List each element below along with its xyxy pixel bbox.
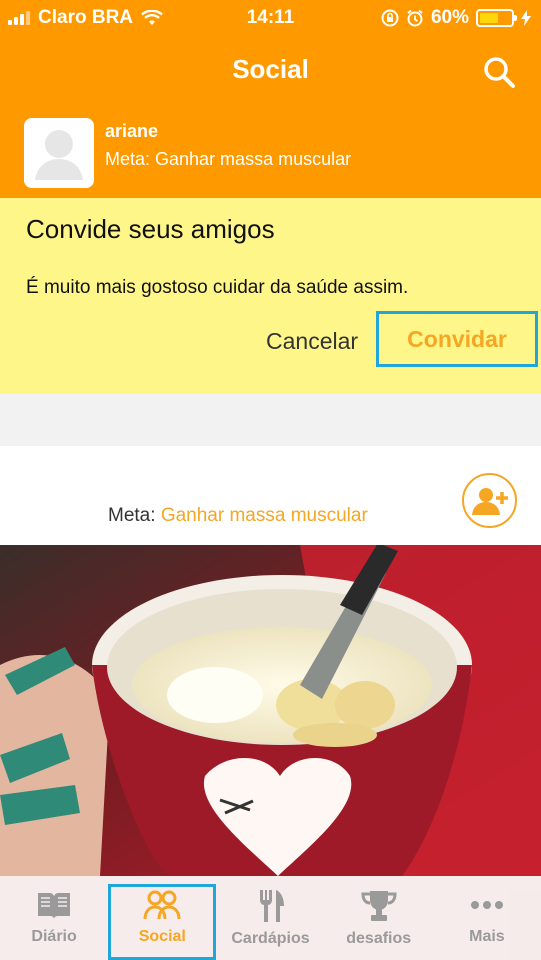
tab-label: Cardápios	[231, 930, 310, 947]
book-icon	[38, 893, 71, 919]
post-photo[interactable]	[0, 545, 541, 876]
tab-highlight	[108, 884, 217, 960]
profile-name: ariane	[105, 121, 159, 141]
add-friend-button[interactable]	[462, 473, 517, 528]
battery-level	[480, 13, 498, 23]
tab-label: desafios	[346, 930, 412, 947]
fork-knife-icon	[259, 890, 284, 922]
trophy-icon	[361, 891, 397, 921]
tab-label: Diário	[31, 928, 77, 945]
feed-post: Meta: Ganhar massa muscular	[0, 446, 541, 876]
profile-summary[interactable]: ariane Meta: Ganhar massa muscular	[24, 118, 517, 188]
app-header: Claro BRA 14:11 60% Social ariane Meta: …	[0, 0, 541, 198]
invite-button[interactable]: Convidar	[376, 311, 538, 367]
orientation-lock-icon	[381, 9, 399, 27]
tab-cardapios[interactable]: Cardápios	[216, 876, 324, 960]
invite-message: É muito mais gostoso cuidar da saúde ass…	[26, 277, 409, 298]
post-goal-value: Ganhar massa muscular	[160, 505, 368, 526]
avatar	[24, 118, 94, 188]
more-icon	[470, 901, 503, 909]
page-title: Social	[232, 54, 309, 84]
charging-icon	[521, 10, 531, 26]
add-friend-icon	[471, 487, 508, 515]
tab-diario[interactable]: Diário	[0, 876, 108, 960]
alarm-icon	[407, 9, 423, 27]
post-goal: Meta: Ganhar massa muscular	[108, 505, 368, 527]
tab-bar: Diário Social Cardápios desafios Mais	[0, 876, 541, 960]
tab-desafios[interactable]: desafios	[325, 876, 433, 960]
profile-goal: Meta: Ganhar massa muscular	[105, 149, 352, 169]
status-bar: Claro BRA 14:11 60%	[0, 0, 541, 36]
invite-title: Convide seus amigos	[26, 214, 275, 244]
tab-social[interactable]: Social	[108, 876, 217, 960]
search-button[interactable]	[481, 54, 517, 90]
post-goal-label: Meta:	[108, 505, 156, 526]
tab-mais[interactable]: Mais	[433, 876, 541, 960]
cancel-button[interactable]: Cancelar	[266, 328, 358, 355]
search-icon	[484, 57, 515, 88]
tab-label: Mais	[469, 928, 505, 945]
invite-card: Convide seus amigos É muito mais gostoso…	[0, 198, 541, 394]
battery-icon	[476, 9, 517, 27]
battery-percent: 60%	[430, 7, 469, 28]
